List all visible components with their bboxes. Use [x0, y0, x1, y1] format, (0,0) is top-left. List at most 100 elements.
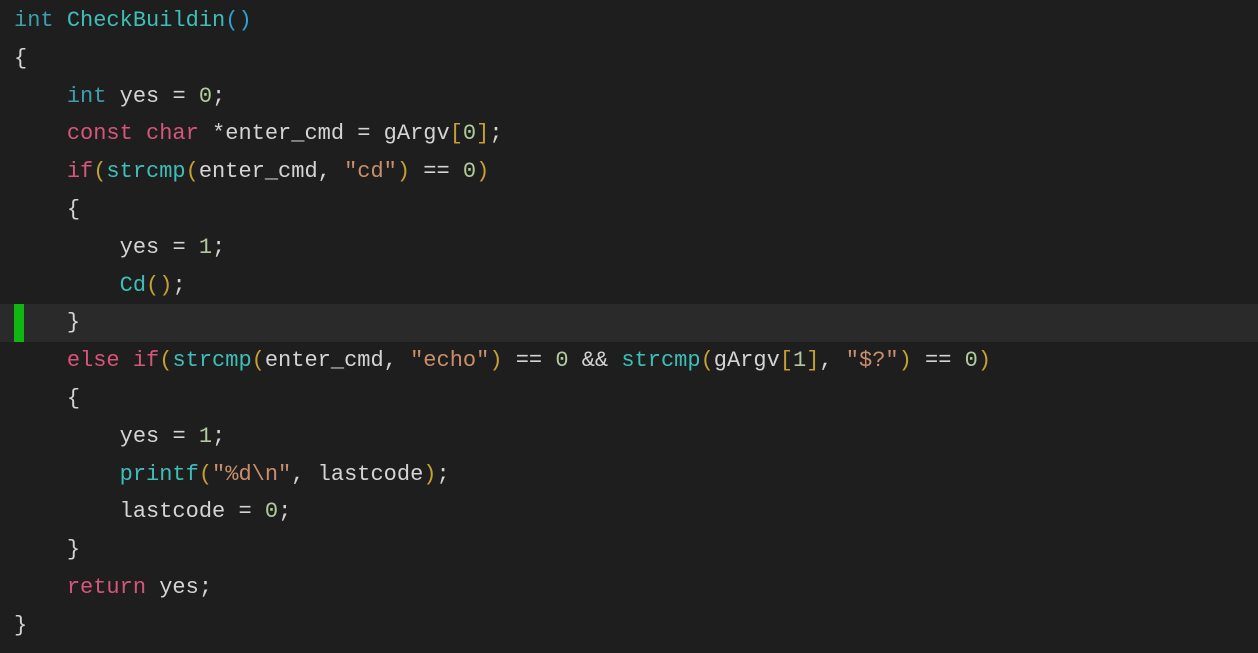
code-token: ; [212, 84, 225, 109]
code-token: strcmp [106, 159, 185, 184]
code-token: printf [120, 462, 199, 487]
code-token: strcmp [172, 348, 251, 373]
indent [14, 499, 120, 524]
code-line[interactable]: { [0, 191, 1258, 229]
code-token: [ [780, 348, 793, 373]
code-token: , [318, 159, 331, 184]
code-token: && [582, 348, 608, 373]
code-token: int [67, 84, 107, 109]
code-token: } [67, 310, 80, 335]
code-token [608, 348, 621, 373]
code-token: strcmp [621, 348, 700, 373]
code-token: ( [159, 348, 172, 373]
code-line[interactable]: yes = 1; [0, 229, 1258, 267]
code-token: ; [278, 499, 291, 524]
code-token: ] [806, 348, 819, 373]
code-token: , [291, 462, 304, 487]
code-token [569, 348, 582, 373]
code-token: [ [450, 121, 463, 146]
code-token: 0 [463, 121, 476, 146]
indent [14, 348, 67, 373]
code-token: ( [146, 273, 159, 298]
code-token: 1 [793, 348, 806, 373]
code-token: int [14, 8, 54, 33]
code-token: "$?" [846, 348, 899, 373]
code-token: Cd [120, 273, 146, 298]
code-line[interactable]: if(strcmp(enter_cmd, "cd") == 0) [0, 153, 1258, 191]
code-token: "cd" [344, 159, 397, 184]
indent [14, 121, 67, 146]
code-token: 0 [555, 348, 568, 373]
code-token: 1 [199, 424, 212, 449]
code-editor[interactable]: int CheckBuildin(){ int yes = 0; const c… [0, 0, 1258, 653]
code-token [199, 121, 212, 146]
code-token: if [133, 348, 159, 373]
code-token: enter_cmd [199, 159, 318, 184]
code-line[interactable]: const char *enter_cmd = gArgv[0]; [0, 115, 1258, 153]
code-token: == [423, 159, 449, 184]
code-line[interactable]: int yes = 0; [0, 78, 1258, 116]
code-token: , [819, 348, 832, 373]
code-line[interactable]: lastcode = 0; [0, 493, 1258, 531]
cursor-indicator [14, 304, 24, 342]
code-token [503, 348, 516, 373]
code-token: , [384, 348, 397, 373]
code-token: ; [212, 235, 225, 260]
code-token [186, 235, 199, 260]
code-token: "echo" [410, 348, 489, 373]
code-token: yes [120, 424, 173, 449]
code-token: yes [120, 235, 173, 260]
code-line[interactable]: int CheckBuildin() [0, 2, 1258, 40]
code-line[interactable]: { [0, 380, 1258, 418]
code-line[interactable]: return yes; [0, 569, 1258, 607]
code-token: ; [489, 121, 502, 146]
code-token: CheckBuildin [67, 8, 225, 33]
code-token: yes [106, 84, 172, 109]
code-token: { [67, 197, 80, 222]
code-line[interactable]: { [0, 40, 1258, 78]
code-token: == [516, 348, 542, 373]
code-token [542, 348, 555, 373]
code-token [397, 348, 410, 373]
code-token: lastcode [120, 499, 239, 524]
code-token: == [925, 348, 951, 373]
code-line[interactable]: } [0, 304, 1258, 342]
code-token: enter_cmd [225, 121, 357, 146]
indent [14, 273, 120, 298]
code-token: } [14, 613, 27, 638]
code-line[interactable]: } [0, 607, 1258, 645]
code-token: lastcode [304, 462, 423, 487]
code-token: ( [225, 8, 238, 33]
code-line[interactable]: printf("%d\n", lastcode); [0, 456, 1258, 494]
code-token: 1 [199, 235, 212, 260]
indent [14, 235, 120, 260]
code-token: 0 [265, 499, 278, 524]
code-token: char [146, 121, 199, 146]
code-line[interactable]: yes = 1; [0, 418, 1258, 456]
code-token [54, 8, 67, 33]
code-token: ; [437, 462, 450, 487]
code-token: ; [212, 424, 225, 449]
code-token: = [172, 424, 185, 449]
code-token: = [357, 121, 370, 146]
code-token: else [67, 348, 120, 373]
code-token: = [238, 499, 251, 524]
code-token: { [14, 46, 27, 71]
code-token [951, 348, 964, 373]
code-token: ( [252, 348, 265, 373]
code-token: } [67, 537, 80, 562]
code-token: ) [978, 348, 991, 373]
code-token: ; [199, 575, 212, 600]
code-line[interactable]: Cd(); [0, 267, 1258, 305]
code-line[interactable]: } [0, 531, 1258, 569]
code-token: return [67, 575, 146, 600]
indent [14, 462, 120, 487]
code-token: ) [899, 348, 912, 373]
code-token [912, 348, 925, 373]
code-token [120, 348, 133, 373]
code-token: ( [93, 159, 106, 184]
code-token: if [67, 159, 93, 184]
indent [14, 424, 120, 449]
code-token: gArgv [714, 348, 780, 373]
code-line[interactable]: else if(strcmp(enter_cmd, "echo") == 0 &… [0, 342, 1258, 380]
